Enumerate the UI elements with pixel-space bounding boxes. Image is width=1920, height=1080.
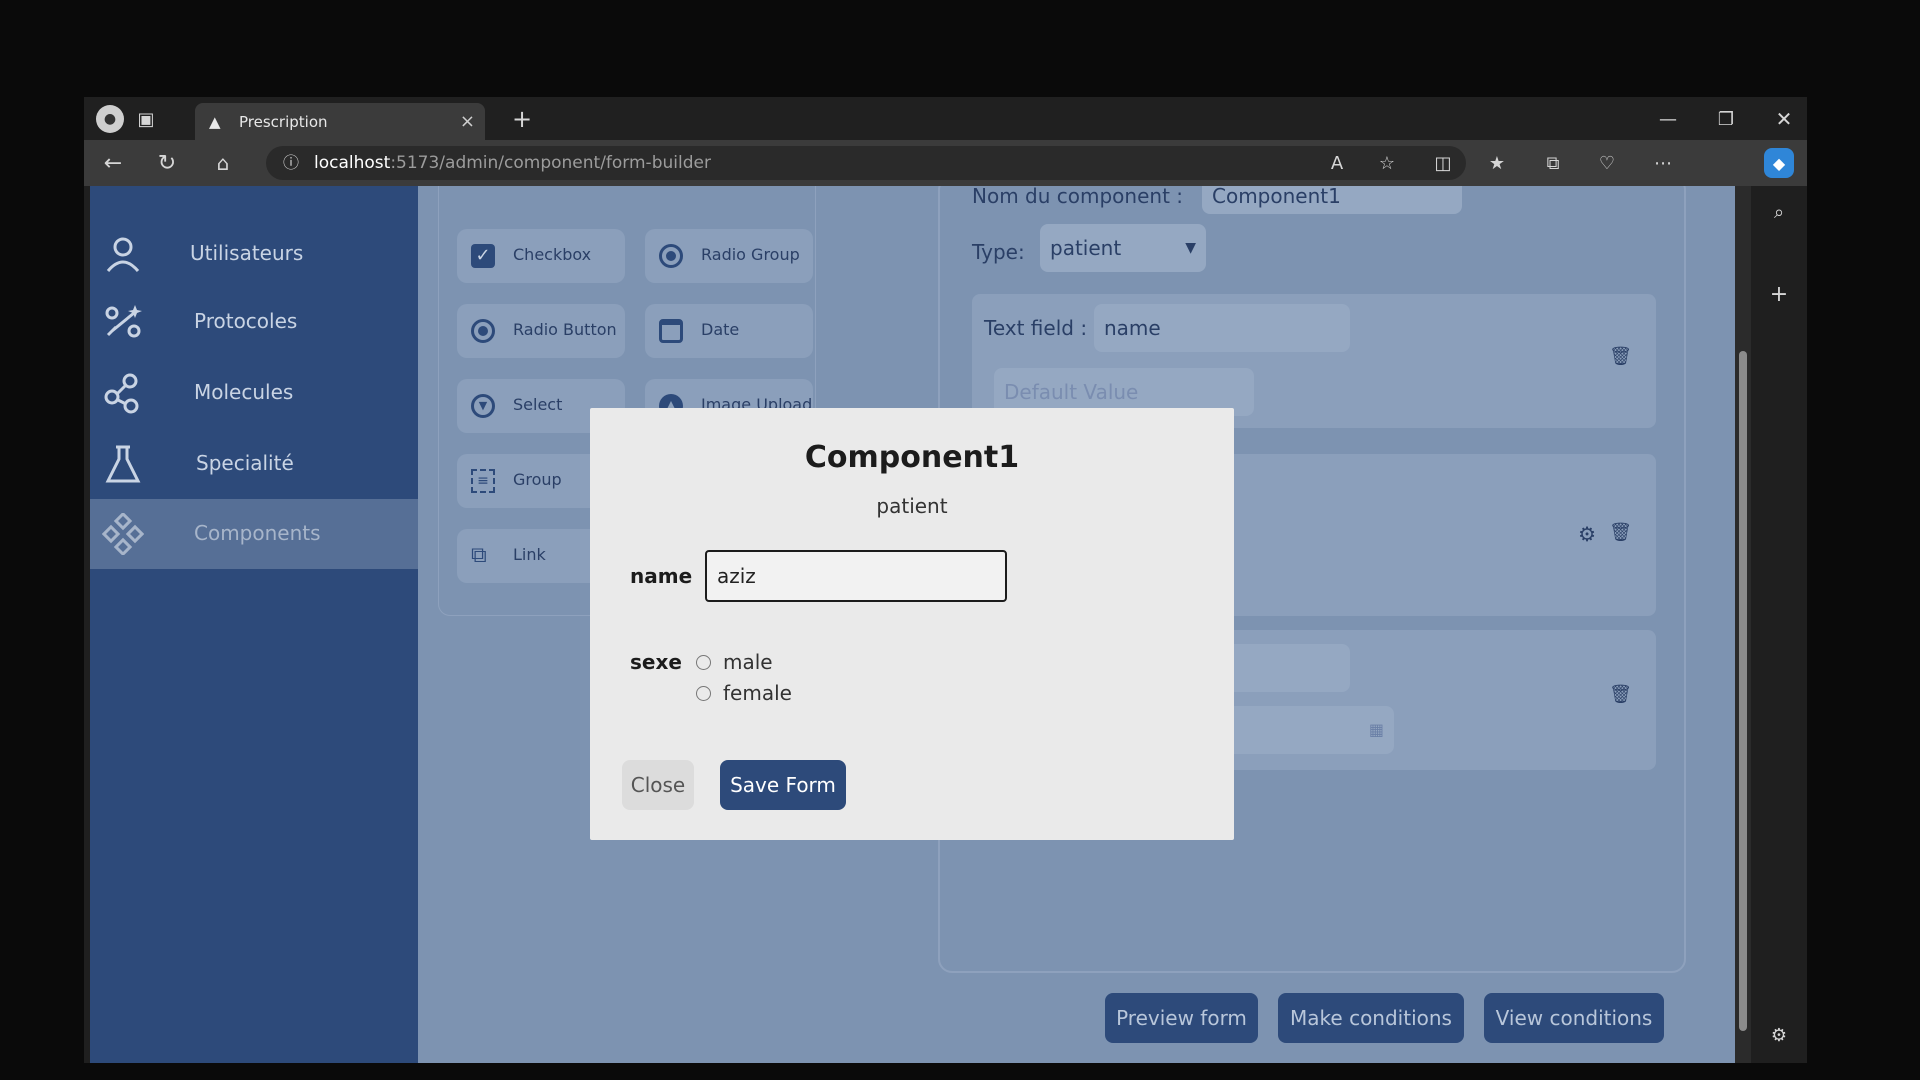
read-aloud-icon[interactable]: A <box>1324 150 1350 176</box>
address-bar-row: ← ↻ ⌂ ⓘ localhost:5173/admin/component/f… <box>84 140 1807 186</box>
palette-radio-group[interactable]: Radio Group <box>645 229 813 283</box>
copilot-icon[interactable]: ◆ <box>1764 148 1794 178</box>
type-select-value: patient <box>1050 236 1122 260</box>
field-name-input[interactable]: name <box>1094 304 1350 352</box>
palette-label: Radio Group <box>701 245 800 264</box>
tab-title: Prescription <box>239 113 328 131</box>
palette-checkbox[interactable]: ✓ Checkbox <box>457 229 625 283</box>
collections-icon[interactable]: ⧉ <box>1540 150 1566 176</box>
close-tab-icon[interactable]: × <box>460 111 475 132</box>
component-name-label: Nom du component : <box>972 186 1184 208</box>
sidebar-item-label: Protocoles <box>194 309 298 333</box>
url-field[interactable]: ⓘ localhost:5173/admin/component/form-bu… <box>266 146 1466 180</box>
site-info-icon[interactable]: ⓘ <box>280 152 302 174</box>
name-input[interactable]: aziz <box>705 550 1007 602</box>
select-icon: ▼ <box>471 394 495 418</box>
sidebar: Utilisateurs Protocoles Molecules Specia… <box>90 186 418 1063</box>
add-icon[interactable]: + <box>1765 280 1793 308</box>
close-window-icon[interactable]: ✕ <box>1770 105 1798 133</box>
radio-option-male[interactable]: male <box>696 650 773 674</box>
sidebar-item-protocoles[interactable]: Protocoles <box>90 287 418 357</box>
flask-icon <box>105 445 141 483</box>
browser-tab[interactable]: ▲ Prescription × <box>195 103 485 140</box>
trash-icon[interactable]: 🗑 <box>1609 522 1632 543</box>
palette-radio-button[interactable]: Radio Button <box>457 304 625 358</box>
more-icon[interactable]: ⋯ <box>1650 150 1676 176</box>
new-tab-icon[interactable]: + <box>508 105 536 133</box>
trash-icon[interactable]: 🗑 <box>1609 684 1632 705</box>
minimize-icon[interactable]: — <box>1654 105 1682 133</box>
split-screen-icon[interactable]: ◫ <box>1430 150 1456 176</box>
calendar-icon <box>659 319 683 343</box>
radio-option-female[interactable]: female <box>696 681 792 705</box>
tab-favicon-icon: ▲ <box>209 113 221 131</box>
sidebar-item-molecules[interactable]: Molecules <box>90 358 418 428</box>
browser-window: ● ▣ ▲ Prescription × + — ❐ ✕ ← ↻ ⌂ ⓘ loc… <box>84 97 1807 1063</box>
sexe-field-label: sexe <box>630 650 682 674</box>
group-icon: ≡ <box>471 469 495 493</box>
palette-date[interactable]: Date <box>645 304 813 358</box>
close-button[interactable]: Close <box>622 760 694 810</box>
health-icon[interactable]: ♡ <box>1594 150 1620 176</box>
scrollbar-thumb[interactable] <box>1739 351 1747 1031</box>
back-icon[interactable]: ← <box>98 148 128 178</box>
radio-circle[interactable] <box>696 655 711 670</box>
trash-icon[interactable]: 🗑 <box>1609 346 1632 367</box>
reload-icon[interactable]: ↻ <box>152 148 182 178</box>
type-select[interactable]: patient ▼ <box>1040 224 1206 272</box>
url-host: localhost <box>314 153 391 173</box>
radio-option-label: male <box>723 650 773 674</box>
radio-option-label: female <box>723 681 792 705</box>
sidebar-item-label: Utilisateurs <box>190 241 304 265</box>
sidebar-item-utilisateurs[interactable]: Utilisateurs <box>90 219 418 289</box>
page-scrollbar[interactable] <box>1735 186 1751 1063</box>
favorite-star-icon[interactable]: ☆ <box>1374 150 1400 176</box>
sidebar-item-components[interactable]: Components <box>90 499 418 569</box>
favorites-icon[interactable]: ★ <box>1484 150 1510 176</box>
palette-label: Checkbox <box>513 245 592 264</box>
sidebar-item-label: Components <box>194 521 321 545</box>
tab-bar: ● ▣ ▲ Prescription × + — ❐ ✕ <box>84 97 1807 140</box>
gear-icon[interactable]: ⚙ <box>1578 522 1596 546</box>
chevron-down-icon: ▼ <box>1185 240 1196 256</box>
url-path: :5173/admin/component/form-builder <box>390 153 711 173</box>
palette-label: Date <box>701 320 740 339</box>
preview-form-button[interactable]: Preview form <box>1105 993 1258 1043</box>
palette-label: Group <box>513 470 562 489</box>
radio-circle[interactable] <box>696 686 711 701</box>
component-name-field[interactable]: Component1 <box>1202 186 1462 214</box>
user-icon <box>106 237 140 272</box>
search-icon[interactable]: ⌕ <box>1765 198 1793 226</box>
palette-label: Radio Button <box>513 320 617 339</box>
type-label: Type: <box>972 240 1025 264</box>
calendar-icon[interactable]: ▦ <box>1369 706 1384 754</box>
molecule-icon <box>104 373 139 414</box>
make-conditions-button[interactable]: Make conditions <box>1278 993 1464 1043</box>
settings-icon[interactable]: ⚙ <box>1765 1021 1793 1049</box>
form-preview-modal: Component1 patient name aziz sexe male f… <box>590 408 1234 840</box>
radio-group-icon <box>659 244 683 268</box>
link-icon: ⧉ <box>471 543 487 568</box>
radio-button-icon <box>471 319 495 343</box>
home-icon[interactable]: ⌂ <box>208 148 238 178</box>
tab-actions-icon[interactable]: ▣ <box>134 107 158 131</box>
checkbox-icon: ✓ <box>471 244 495 268</box>
protocol-icon <box>105 305 142 338</box>
palette-label: Select <box>513 395 563 414</box>
components-icon <box>102 513 144 555</box>
modal-title: Component1 <box>804 440 1020 475</box>
name-field-label: name <box>630 564 693 588</box>
view-conditions-button[interactable]: View conditions <box>1484 993 1664 1043</box>
restore-icon[interactable]: ❐ <box>1712 105 1740 133</box>
profile-icon[interactable]: ● <box>96 105 124 133</box>
field-type-label: Text field : <box>984 316 1088 340</box>
palette-label: Link <box>513 545 546 564</box>
sidebar-item-label: Molecules <box>194 380 294 404</box>
browser-side-panel: ⌕ + ⚙ <box>1751 186 1807 1063</box>
sidebar-item-specialite[interactable]: Specialité <box>90 429 418 499</box>
sidebar-item-label: Specialité <box>196 451 294 475</box>
save-form-button[interactable]: Save Form <box>720 760 846 810</box>
modal-subtitle: patient <box>876 494 948 518</box>
